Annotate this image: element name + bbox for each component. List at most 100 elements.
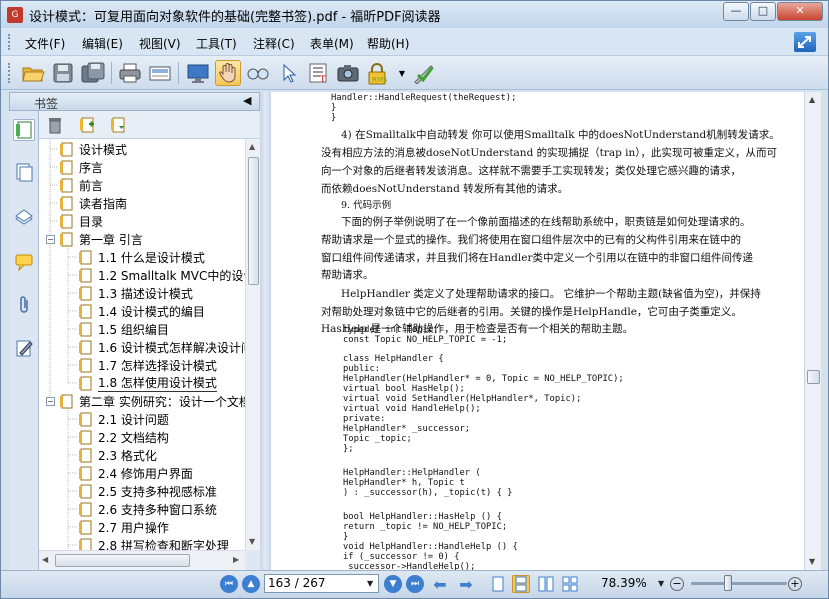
bookmark-horizontal-scrollbar[interactable]: ◀ ▶ xyxy=(39,550,245,570)
bookmark-tree: − − 设计模式 序言 前言 读者指南 目录 第一章 引言 1.1 什么是设计模… xyxy=(39,139,245,550)
scroll-left-arrow-icon[interactable]: ◀ xyxy=(42,555,48,564)
bookmark-item[interactable]: 1.3 描述设计模式 xyxy=(79,284,193,302)
bookmark-label: 1.3 描述设计模式 xyxy=(98,286,193,301)
scroll-right-arrow-icon[interactable]: ▶ xyxy=(233,555,239,564)
collapse-chapter1-toggle[interactable]: − xyxy=(46,235,55,244)
go-back-icon[interactable]: ⬅ xyxy=(431,575,449,594)
resize-mode-icon[interactable] xyxy=(794,32,816,52)
bookmark-item[interactable]: 2.8 拼写检查和断字处理 xyxy=(79,536,229,550)
zoom-slider-thumb[interactable] xyxy=(724,575,733,591)
page-dropdown-arrow-icon[interactable]: ▼ xyxy=(367,579,373,588)
bookmark-label: 1.4 设计模式的编目 xyxy=(98,304,205,319)
snapshot-camera-icon[interactable] xyxy=(335,60,361,86)
bookmark-item[interactable]: 1.7 怎样选择设计模式 xyxy=(79,356,217,374)
print-icon[interactable] xyxy=(117,60,143,86)
previous-page-icon[interactable]: ▲ xyxy=(242,575,260,593)
bookmark-item[interactable]: 读者指南 xyxy=(60,194,127,212)
layers-tab-icon[interactable] xyxy=(13,206,35,228)
scroll-down-arrow-icon[interactable]: ▼ xyxy=(809,557,815,566)
pages-tab-icon[interactable] xyxy=(13,161,35,183)
facing-view-icon[interactable] xyxy=(537,575,555,593)
zoom-slider-track[interactable] xyxy=(691,582,787,585)
collapse-chapter2-toggle[interactable]: − xyxy=(46,397,55,406)
panel-splitter[interactable] xyxy=(260,92,271,570)
next-page-icon[interactable]: ▼ xyxy=(384,575,402,593)
bookmark-item-selected[interactable]: 1.8 怎样使用设计模式 xyxy=(79,374,217,392)
bookmark-scroll-thumb[interactable] xyxy=(248,157,259,285)
page-number-input[interactable]: 163 / 267 xyxy=(264,574,379,593)
bookmark-item[interactable]: 2.2 文档结构 xyxy=(79,428,169,446)
rms-dropdown-arrow-icon[interactable]: ▼ xyxy=(397,60,407,86)
bookmark-item[interactable]: 序言 xyxy=(60,158,103,176)
menu-tools[interactable]: 工具(T) xyxy=(196,35,237,52)
scroll-up-arrow-icon[interactable]: ▲ xyxy=(809,95,815,104)
open-folder-icon[interactable] xyxy=(20,60,46,86)
bookmarks-tab-icon[interactable] xyxy=(13,119,35,141)
bookmark-item[interactable]: 2.1 设计问题 xyxy=(79,410,169,428)
scroll-down-arrow-icon[interactable]: ▼ xyxy=(249,537,255,546)
single-page-view-icon[interactable] xyxy=(489,575,507,593)
bookmark-item[interactable]: 1.4 设计模式的编目 xyxy=(79,302,205,320)
delete-bookmark-icon[interactable] xyxy=(46,116,64,134)
menu-view[interactable]: 视图(V) xyxy=(139,35,181,52)
bookmark-hscroll-thumb[interactable] xyxy=(55,554,190,567)
menu-bar: 文件(F) 编辑(E) 视图(V) 工具(T) 注释(C) 表单(M) 帮助(H… xyxy=(1,28,828,56)
continuous-facing-view-icon[interactable] xyxy=(561,575,579,593)
zoom-glass-icon[interactable] xyxy=(245,60,271,86)
bookmark-item[interactable]: 1.5 组织编目 xyxy=(79,320,169,338)
bookmark-item[interactable]: 1.1 什么是设计模式 xyxy=(79,248,205,266)
bookmark-item[interactable]: 2.6 支持多种窗口系统 xyxy=(79,500,217,518)
bookmark-vertical-scrollbar[interactable]: ▲ ▼ xyxy=(245,139,260,550)
bookmark-item[interactable]: 2.3 格式化 xyxy=(79,446,157,464)
zoom-in-icon[interactable]: + xyxy=(788,577,802,591)
bookmark-item[interactable]: 2.7 用户操作 xyxy=(79,518,169,536)
maximize-button[interactable]: □ xyxy=(750,2,776,21)
menu-help[interactable]: 帮助(H) xyxy=(367,35,409,52)
rms-icon[interactable]: RMS xyxy=(367,60,397,86)
attachments-tab-icon[interactable] xyxy=(13,294,35,316)
bookmark-item[interactable]: 目录 xyxy=(60,212,103,230)
signatures-tab-icon[interactable] xyxy=(13,337,35,359)
sidebar-collapse-button[interactable]: ◀ xyxy=(243,94,251,107)
first-page-icon[interactable]: ⏮ xyxy=(220,575,238,593)
add-bookmark-icon[interactable] xyxy=(78,116,96,134)
zoom-value[interactable]: 78.39% xyxy=(601,576,647,590)
sign-pen-icon[interactable] xyxy=(411,60,437,86)
bookmark-icon xyxy=(79,448,92,462)
hand-tool-icon[interactable] xyxy=(215,60,241,86)
document-viewer[interactable]: Handler::HandleRequest(theRequest); } } … xyxy=(271,92,804,570)
bookmark-item[interactable]: 1.6 设计模式怎样解决设计问 xyxy=(79,338,245,356)
scan-icon[interactable] xyxy=(147,60,173,86)
zoom-dropdown-arrow-icon[interactable]: ▼ xyxy=(658,579,664,588)
comments-tab-icon[interactable] xyxy=(13,251,35,273)
bookmark-item[interactable]: 1.2 Smalltalk MVC中的设计 xyxy=(79,266,245,284)
select-arrow-icon[interactable] xyxy=(275,60,301,86)
bookmark-item[interactable]: 2.5 支持多种视感标准 xyxy=(79,482,217,500)
bookmark-chapter[interactable]: 第一章 引言 xyxy=(60,230,143,248)
menu-comment[interactable]: 注释(C) xyxy=(253,35,295,52)
bookmark-item[interactable]: 前言 xyxy=(60,176,103,194)
menu-form[interactable]: 表单(M) xyxy=(310,35,354,52)
text-select-icon[interactable]: T xyxy=(305,60,331,86)
document-scroll-thumb[interactable] xyxy=(807,370,820,384)
bookmark-item[interactable]: 设计模式 xyxy=(60,140,127,158)
close-button[interactable]: ✕ xyxy=(777,2,823,21)
save-icon[interactable] xyxy=(50,60,76,86)
add-child-bookmark-icon[interactable] xyxy=(109,116,127,134)
save-as-icon[interactable] xyxy=(80,60,106,86)
bookmark-item[interactable]: 2.4 修饰用户界面 xyxy=(79,464,193,482)
code-line: } xyxy=(331,103,337,113)
scroll-up-arrow-icon[interactable]: ▲ xyxy=(249,142,255,151)
menu-file[interactable]: 文件(F) xyxy=(25,35,65,52)
go-forward-icon[interactable]: ➡ xyxy=(457,575,475,594)
full-screen-icon[interactable] xyxy=(185,60,211,86)
bookmark-icon xyxy=(60,178,73,192)
document-vertical-scrollbar[interactable]: ▲ ▼ xyxy=(804,92,821,570)
bookmark-chapter[interactable]: 第二章 实例研究：设计一个文档 xyxy=(60,392,245,410)
zoom-out-icon[interactable]: − xyxy=(670,577,684,591)
last-page-icon[interactable]: ⏭ xyxy=(406,575,424,593)
code-line: class HelpHandler { xyxy=(343,354,444,364)
menu-edit[interactable]: 编辑(E) xyxy=(82,35,123,52)
minimize-button[interactable]: — xyxy=(723,2,749,21)
continuous-view-icon[interactable] xyxy=(512,575,530,593)
